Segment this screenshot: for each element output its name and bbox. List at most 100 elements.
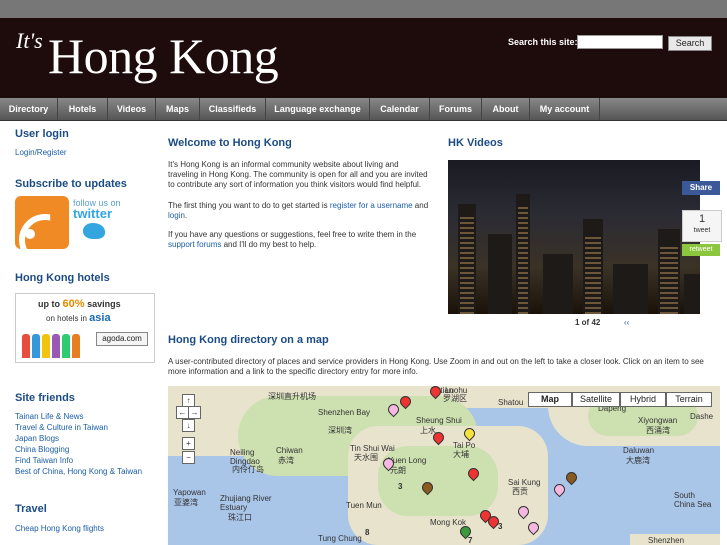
nav-directory[interactable]: Directory xyxy=(0,98,58,120)
map-label: 大鹿湾 xyxy=(626,456,650,465)
register-link[interactable]: register for a username xyxy=(330,201,413,210)
subscribe-title: Subscribe to updates xyxy=(15,178,127,190)
map-description: A user-contributed directory of places a… xyxy=(168,357,704,376)
search-button[interactable]: Search xyxy=(668,36,712,51)
welcome-title: Welcome to Hong Kong xyxy=(168,137,292,149)
map-type-hybrid[interactable]: Hybrid xyxy=(620,392,666,407)
tweet-count: 1 xyxy=(698,213,706,225)
map-type-satellite[interactable]: Satellite xyxy=(572,392,620,407)
map-cluster-label: 7 xyxy=(468,536,473,545)
retweet-button[interactable]: retweet xyxy=(682,244,720,256)
nav-videos[interactable]: Videos xyxy=(108,98,156,120)
map-label: Tin Shui Wai xyxy=(350,444,395,453)
map-title: Hong Kong directory on a map xyxy=(168,334,329,346)
map-label: Mong Kok xyxy=(430,518,467,527)
map-label: South China Sea xyxy=(674,491,712,509)
friend-link[interactable]: China Blogging xyxy=(15,445,69,454)
pan-right-icon[interactable]: → xyxy=(188,406,201,419)
map-cluster-label: 8 xyxy=(365,528,370,537)
video-nav-arrows[interactable]: ‹‹ xyxy=(624,318,629,327)
nav-my-account[interactable]: My account xyxy=(530,98,600,120)
hotels-title: Hong Kong hotels xyxy=(15,272,110,284)
zoom-out-icon[interactable]: − xyxy=(182,451,195,464)
travel-title: Travel xyxy=(15,503,47,515)
map-label: Daluwan xyxy=(623,446,655,455)
map-label: Neiling Dingdao xyxy=(230,448,260,466)
map-label: Shatou xyxy=(498,398,524,407)
site-logo[interactable]: Hong Kong xyxy=(48,26,279,86)
agoda-line-1: up to 60% savings xyxy=(38,298,121,310)
map-label: 赤湾 xyxy=(278,456,294,465)
map-label: 内伶仃岛 xyxy=(232,465,264,474)
map-label: Sai Kung xyxy=(508,478,541,487)
tweet-label: tweet xyxy=(693,227,711,234)
friend-link[interactable]: Find Taiwan Info xyxy=(15,456,73,465)
rss-icon[interactable] xyxy=(15,196,69,249)
map-label: Zhujiang River Estuary xyxy=(220,494,272,512)
twitter-word: twitter xyxy=(73,206,112,221)
agoda-banner[interactable]: up to 60% savings on hotels in asia agod… xyxy=(15,293,155,363)
login-link[interactable]: login xyxy=(168,211,185,220)
friend-link[interactable]: Tainan Life & News xyxy=(15,412,83,421)
nav-calendar[interactable]: Calendar xyxy=(370,98,430,120)
logo-prefix[interactable]: It's xyxy=(16,28,43,54)
map-label: 珠江口 xyxy=(228,513,252,522)
twitter-bird-icon xyxy=(83,223,105,239)
map-type-terrain[interactable]: Terrain xyxy=(666,392,712,407)
support-paragraph: If you have any questions or suggestions… xyxy=(168,230,417,249)
map-label: 西涌湾 xyxy=(646,426,670,435)
cheap-flights-link[interactable]: Cheap Hong Kong flights xyxy=(15,524,104,533)
register-paragraph: The first thing you want to do to get st… xyxy=(168,201,429,220)
map-label: 西贡 xyxy=(512,487,528,496)
map-label: Shenzhen Bay xyxy=(318,408,371,417)
map-label: Shenzhen xyxy=(648,536,685,545)
map-type-map[interactable]: Map xyxy=(528,392,572,407)
map-label: 亚婆湾 xyxy=(174,498,198,507)
nav-classifieds[interactable]: Classifieds xyxy=(200,98,266,120)
nav-about[interactable]: About xyxy=(482,98,530,120)
map-label: Yapowan xyxy=(173,488,206,497)
map-label: Tai Po xyxy=(453,441,476,450)
map-label: 罗湖区 xyxy=(443,394,467,403)
zoom-in-icon[interactable]: + xyxy=(182,437,195,450)
video-player[interactable] xyxy=(448,160,700,314)
map-label: Tuen Mun xyxy=(346,501,382,510)
map-label: Xiyongwan xyxy=(638,416,678,425)
videos-title: HK Videos xyxy=(448,137,503,149)
nav-language-exchange[interactable]: Language exchange xyxy=(266,98,370,120)
friend-link[interactable]: Best of China, Hong Kong & Taiwan xyxy=(15,467,142,476)
map-label: 大埔 xyxy=(453,450,469,459)
map-label: 深圳湾 xyxy=(328,426,352,435)
facebook-share-button[interactable]: Share xyxy=(682,181,720,195)
agoda-logo: agoda.com xyxy=(96,332,148,346)
agoda-line-2: on hotels in asia xyxy=(46,312,111,324)
nav-hotels[interactable]: Hotels xyxy=(58,98,108,120)
login-register-link[interactable]: Login/Register xyxy=(15,148,67,157)
site-header: It's Hong Kong Search this site: Search xyxy=(0,18,727,98)
friend-link[interactable]: Japan Blogs xyxy=(15,434,59,443)
nav-forums[interactable]: Forums xyxy=(430,98,482,120)
login-title: User login xyxy=(15,128,69,140)
twitter-follow[interactable]: follow us on twitter xyxy=(73,198,128,248)
map-label: Dashe xyxy=(690,412,714,421)
intro-paragraph: It's Hong Kong is an informal community … xyxy=(168,160,428,189)
search-label: Search this site: xyxy=(508,37,578,47)
nav-maps[interactable]: Maps xyxy=(156,98,200,120)
map-label: Chiwan xyxy=(276,446,303,455)
friends-title: Site friends xyxy=(15,392,75,404)
map-label: Sheung Shui xyxy=(416,416,462,425)
map-label: Tung Chung xyxy=(318,534,362,543)
tweet-button[interactable]: 1 tweet xyxy=(682,210,722,242)
map-label: 天水围 xyxy=(354,453,378,462)
video-counter: 1 of 42 xyxy=(575,318,601,327)
pan-down-icon[interactable]: ↓ xyxy=(182,419,195,432)
map-label: 深圳直升机场 xyxy=(268,392,316,401)
friend-link[interactable]: Travel & Culture in Taiwan xyxy=(15,423,108,432)
top-strip xyxy=(0,0,727,18)
search-input[interactable] xyxy=(577,35,663,49)
map-cluster-label: 3 xyxy=(398,482,403,491)
support-forums-link[interactable]: support forums xyxy=(168,240,221,249)
map-marker[interactable] xyxy=(551,481,568,498)
map-marker[interactable] xyxy=(563,469,580,486)
directory-map[interactable]: Futian Luohu 深圳直升机场 罗湖区 Shenzhen Bay 深圳湾… xyxy=(168,386,720,545)
